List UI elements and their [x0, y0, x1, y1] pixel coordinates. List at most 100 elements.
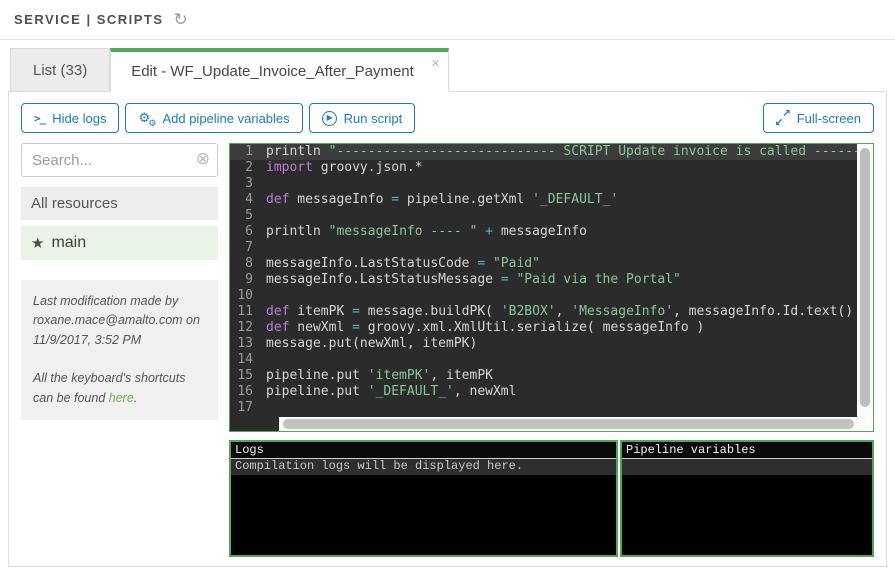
line-number: 3	[230, 176, 266, 192]
horizontal-scrollbar-row	[230, 417, 873, 431]
line-number: 15	[230, 368, 266, 384]
app-header: SERVICE | SCRIPTS ↻	[0, 0, 895, 40]
code-line[interactable]: 14	[230, 352, 857, 368]
close-icon[interactable]: ×	[431, 56, 440, 71]
code-line[interactable]: 15pipeline.put 'itemPK', itemPK	[230, 368, 857, 384]
code-text: pipeline.put '_DEFAULT_', newXml	[266, 384, 857, 400]
code-text: pipeline.put 'itemPK', itemPK	[266, 368, 857, 384]
logs-console-title: Logs	[231, 442, 616, 459]
horizontal-scrollbar-thumb[interactable]	[283, 419, 854, 429]
tab-list[interactable]: List (33)	[10, 48, 110, 92]
line-number: 6	[230, 224, 266, 240]
code-line[interactable]: 16pipeline.put '_DEFAULT_', newXml	[230, 384, 857, 400]
content-row: ⊗ All resources ★ main Last modification…	[9, 143, 886, 557]
shortcuts-link[interactable]: here	[109, 391, 134, 405]
code-text: println "messageInfo ---- " + messageInf…	[266, 224, 857, 240]
full-screen-button[interactable]: ↗ ↙ Full-screen	[763, 103, 874, 133]
tab-edit-label: Edit - WF_Update_Invoice_After_Payment	[131, 63, 414, 80]
sidebar-item-main[interactable]: ★ main	[21, 226, 218, 260]
code-line[interactable]: 13message.put(newXml, itemPK)	[230, 336, 857, 352]
scrollbar-gutter-spacer	[230, 417, 279, 431]
full-screen-label: Full-screen	[797, 111, 861, 126]
tab-list-label: List (33)	[33, 62, 87, 79]
editor-main: 1println "---------------------------- S…	[230, 144, 873, 417]
run-script-label: Run script	[344, 111, 403, 126]
code-line[interactable]: 10	[230, 288, 857, 304]
code-line[interactable]: 11def itemPK = message.buildPK( 'B2BOX',…	[230, 304, 857, 320]
code-line[interactable]: 2import groovy.json.*	[230, 160, 857, 176]
code-line[interactable]: 3	[230, 176, 857, 192]
info-box: Last modification made by roxane.mace@am…	[21, 280, 218, 420]
gears-icon: ⚙ ⚙	[138, 110, 155, 126]
resource-sidebar: ⊗ All resources ★ main Last modification…	[21, 143, 218, 557]
star-icon: ★	[31, 234, 44, 252]
page-title: SERVICE | SCRIPTS	[14, 12, 164, 27]
sidebar-item-all-resources[interactable]: All resources	[21, 187, 218, 220]
search-input[interactable]	[21, 143, 218, 177]
code-line[interactable]: 8messageInfo.LastStatusCode = "Paid"	[230, 256, 857, 272]
horizontal-scrollbar[interactable]	[279, 417, 857, 431]
code-text: def messageInfo = pipeline.getXml '_DEFA…	[266, 192, 857, 208]
code-text	[266, 208, 857, 224]
line-number: 16	[230, 384, 266, 400]
scrollbar-corner	[857, 417, 873, 431]
code-text: messageInfo.LastStatusCode = "Paid"	[266, 256, 857, 272]
consoles-row: Logs Compilation logs will be displayed …	[229, 440, 874, 557]
shortcuts-text: All the keyboard's shortcuts can be foun…	[33, 369, 206, 408]
code-line[interactable]: 5	[230, 208, 857, 224]
code-line[interactable]: 4def messageInfo = pipeline.getXml '_DEF…	[230, 192, 857, 208]
line-number: 13	[230, 336, 266, 352]
code-line[interactable]: 17	[230, 400, 857, 416]
code-line[interactable]: 1println "---------------------------- S…	[230, 144, 857, 160]
code-editor[interactable]: 1println "---------------------------- S…	[229, 143, 874, 432]
add-pipeline-variables-button[interactable]: ⚙ ⚙ Add pipeline variables	[125, 103, 302, 133]
last-modification-text: Last modification made by roxane.mace@am…	[33, 292, 206, 350]
line-number: 8	[230, 256, 266, 272]
code-text	[266, 400, 857, 416]
play-icon: ▶	[322, 111, 337, 126]
logs-console-message: Compilation logs will be displayed here.	[231, 459, 616, 475]
tab-bar: List (33) Edit - WF_Update_Invoice_After…	[10, 48, 895, 91]
add-pipeline-variables-label: Add pipeline variables	[162, 111, 289, 126]
script-editor-panel: >_ Hide logs ⚙ ⚙ Add pipeline variables …	[8, 91, 887, 567]
hide-logs-label: Hide logs	[52, 111, 106, 126]
code-line[interactable]: 12def newXml = groovy.xml.XmlUtil.serial…	[230, 320, 857, 336]
line-number: 1	[230, 144, 266, 160]
toolbar: >_ Hide logs ⚙ ⚙ Add pipeline variables …	[9, 92, 886, 143]
pipeline-variables-empty-row	[622, 459, 872, 475]
line-number: 2	[230, 160, 266, 176]
code-line[interactable]: 6println "messageInfo ---- " + messageIn…	[230, 224, 857, 240]
code-line[interactable]: 9messageInfo.LastStatusMessage = "Paid v…	[230, 272, 857, 288]
refresh-icon[interactable]: ↻	[174, 11, 188, 28]
fullscreen-icon: ↗ ↙	[776, 111, 790, 125]
line-number: 5	[230, 208, 266, 224]
line-number: 12	[230, 320, 266, 336]
code-text: def newXml = groovy.xml.XmlUtil.serializ…	[266, 320, 857, 336]
hide-logs-button[interactable]: >_ Hide logs	[21, 103, 119, 133]
vertical-scrollbar-thumb[interactable]	[860, 148, 870, 407]
code-line[interactable]: 7	[230, 240, 857, 256]
pipeline-variables-console: Pipeline variables	[620, 440, 874, 557]
run-script-button[interactable]: ▶ Run script	[309, 103, 416, 133]
code-text	[266, 288, 857, 304]
code-text	[266, 352, 857, 368]
line-number: 17	[230, 400, 266, 416]
tab-edit-script[interactable]: Edit - WF_Update_Invoice_After_Payment ×	[110, 48, 449, 92]
code-text	[266, 176, 857, 192]
code-text: import groovy.json.*	[266, 160, 857, 176]
pipeline-variables-title: Pipeline variables	[622, 442, 872, 459]
line-number: 7	[230, 240, 266, 256]
logs-console: Logs Compilation logs will be displayed …	[229, 440, 618, 557]
line-number: 10	[230, 288, 266, 304]
terminal-icon: >_	[34, 112, 45, 125]
vertical-scrollbar[interactable]	[857, 144, 873, 417]
code-text: println "---------------------------- SC…	[266, 144, 857, 160]
line-number: 11	[230, 304, 266, 320]
line-number: 4	[230, 192, 266, 208]
search-box: ⊗	[21, 143, 218, 177]
code-text: messageInfo.LastStatusMessage = "Paid vi…	[266, 272, 857, 288]
code-text: def itemPK = message.buildPK( 'B2BOX', '…	[266, 304, 857, 320]
clear-search-icon[interactable]: ⊗	[196, 150, 210, 167]
code-lines[interactable]: 1println "---------------------------- S…	[230, 144, 857, 417]
code-text: message.put(newXml, itemPK)	[266, 336, 857, 352]
